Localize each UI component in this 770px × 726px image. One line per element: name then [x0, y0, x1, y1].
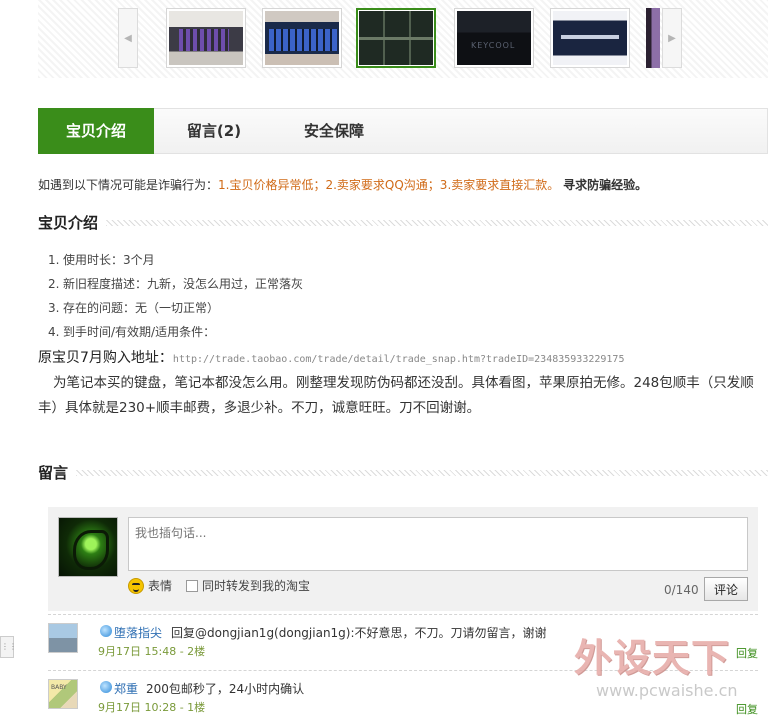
- emoji-label[interactable]: 表情: [148, 577, 172, 594]
- warning-items: 1.宝贝价格异常低；2.卖家要求QQ沟通；3.卖家要求直接汇款。: [218, 178, 560, 192]
- keyboard-photo-1: [169, 11, 243, 65]
- original-address-url[interactable]: http://trade.taobao.com/trade/detail/tra…: [173, 354, 625, 365]
- chevron-right-icon[interactable]: ▶: [662, 8, 682, 68]
- item-details-list: 1. 使用时长：3个月 2. 新旧程度描述：九新，没怎么用过，正常落灰 3. 存在的问…: [48, 250, 303, 346]
- thumbnail-strip: ◀ ▶: [38, 0, 768, 78]
- chevron-left-icon[interactable]: ◀: [118, 8, 138, 68]
- original-address-label: 原宝贝7月购入地址：: [38, 350, 173, 366]
- section-title-intro: 宝贝介绍: [38, 212, 768, 233]
- forward-checkbox[interactable]: [186, 579, 199, 592]
- keyboard-photo-2: [265, 11, 339, 65]
- avatar[interactable]: [48, 623, 78, 653]
- comment-meta: 9月17日 15:48 - 2楼: [98, 645, 206, 658]
- list-item: 2. 新旧程度描述：九新，没怎么用过，正常落灰: [48, 277, 304, 291]
- comment-meta: 9月17日 10:28 - 1楼: [98, 701, 206, 714]
- thumbnail-2[interactable]: [262, 8, 342, 68]
- thumbnail-3-active[interactable]: [356, 8, 436, 68]
- user-badge-icon: [100, 625, 112, 637]
- comment-author[interactable]: 堕落指尖: [114, 624, 162, 641]
- comment-compose-panel: 表情 同时转发到我的淘宝 0/140 评论: [48, 507, 758, 611]
- heading-divider: [106, 219, 768, 226]
- comment-text: 200包邮秒了，24小时内确认: [146, 682, 305, 696]
- comment-text: 回复@dongjian1g(dongjian1g):不好意思，不刀。刀请勿留言，…: [171, 626, 547, 640]
- tab-item-intro[interactable]: 宝贝介绍: [38, 108, 154, 154]
- list-item: 1. 使用时长：3个月: [48, 253, 155, 267]
- thumbnail-4[interactable]: [454, 8, 534, 68]
- warning-prefix: 如遇到以下情况可能是诈骗行为：: [38, 178, 219, 192]
- char-counter: 0/140: [664, 583, 699, 597]
- heading-divider: [76, 469, 768, 476]
- submit-comment-button[interactable]: 评论: [704, 577, 748, 601]
- item-description: 为笔记本买的键盘，笔记本都没怎么用。刚整理发现防伪码都还没刮。具体看图，苹果原拍…: [38, 375, 754, 416]
- watermark-title: 外设天下: [574, 636, 731, 680]
- thumbnail-5[interactable]: [550, 8, 630, 68]
- site-watermark: 外设天下 www.pcwaishe.cn: [574, 627, 764, 707]
- keyboard-photo-3: [359, 11, 433, 65]
- anti-fraud-link[interactable]: 寻求防骗经验。: [563, 178, 647, 192]
- fraud-warning: 如遇到以下情况可能是诈骗行为：1.宝贝价格异常低；2.卖家要求QQ沟通；3.卖家…: [38, 176, 647, 193]
- tab-security[interactable]: 安全保障: [275, 108, 393, 154]
- tab-comments[interactable]: 留言(2): [155, 108, 273, 154]
- avatar[interactable]: [48, 679, 78, 709]
- thumbnail-6-partial[interactable]: [646, 8, 660, 68]
- detail-tabs: 宝贝介绍 留言(2) 安全保障: [38, 108, 768, 154]
- original-purchase-address: 原宝贝7月购入地址：http://trade.taobao.com/trade/…: [38, 347, 624, 367]
- list-item: 3. 存在的问题：无（一切正常）: [48, 301, 220, 315]
- user-badge-icon: [100, 681, 112, 693]
- comments-heading: 留言: [38, 464, 69, 482]
- forward-label[interactable]: 同时转发到我的淘宝: [202, 577, 310, 594]
- smile-icon[interactable]: [128, 577, 144, 594]
- list-item: 4. 到手时间/有效期/适用条件：: [48, 325, 216, 339]
- comment-author[interactable]: 郑重: [114, 680, 138, 697]
- keyboard-photo-4: [457, 11, 531, 65]
- compose-options: 表情 同时转发到我的淘宝: [128, 577, 310, 594]
- watermark-url: www.pcwaishe.cn: [596, 681, 738, 700]
- section-title-comments: 留言: [38, 462, 768, 483]
- avatar[interactable]: [58, 517, 118, 577]
- keyboard-photo-5: [553, 11, 627, 65]
- thumbnail-1[interactable]: [166, 8, 246, 68]
- intro-heading: 宝贝介绍: [38, 214, 99, 232]
- comment-input[interactable]: [128, 517, 748, 571]
- side-handle-icon[interactable]: ⋮⋮: [0, 636, 17, 658]
- keyboard-photo-6: [646, 8, 660, 68]
